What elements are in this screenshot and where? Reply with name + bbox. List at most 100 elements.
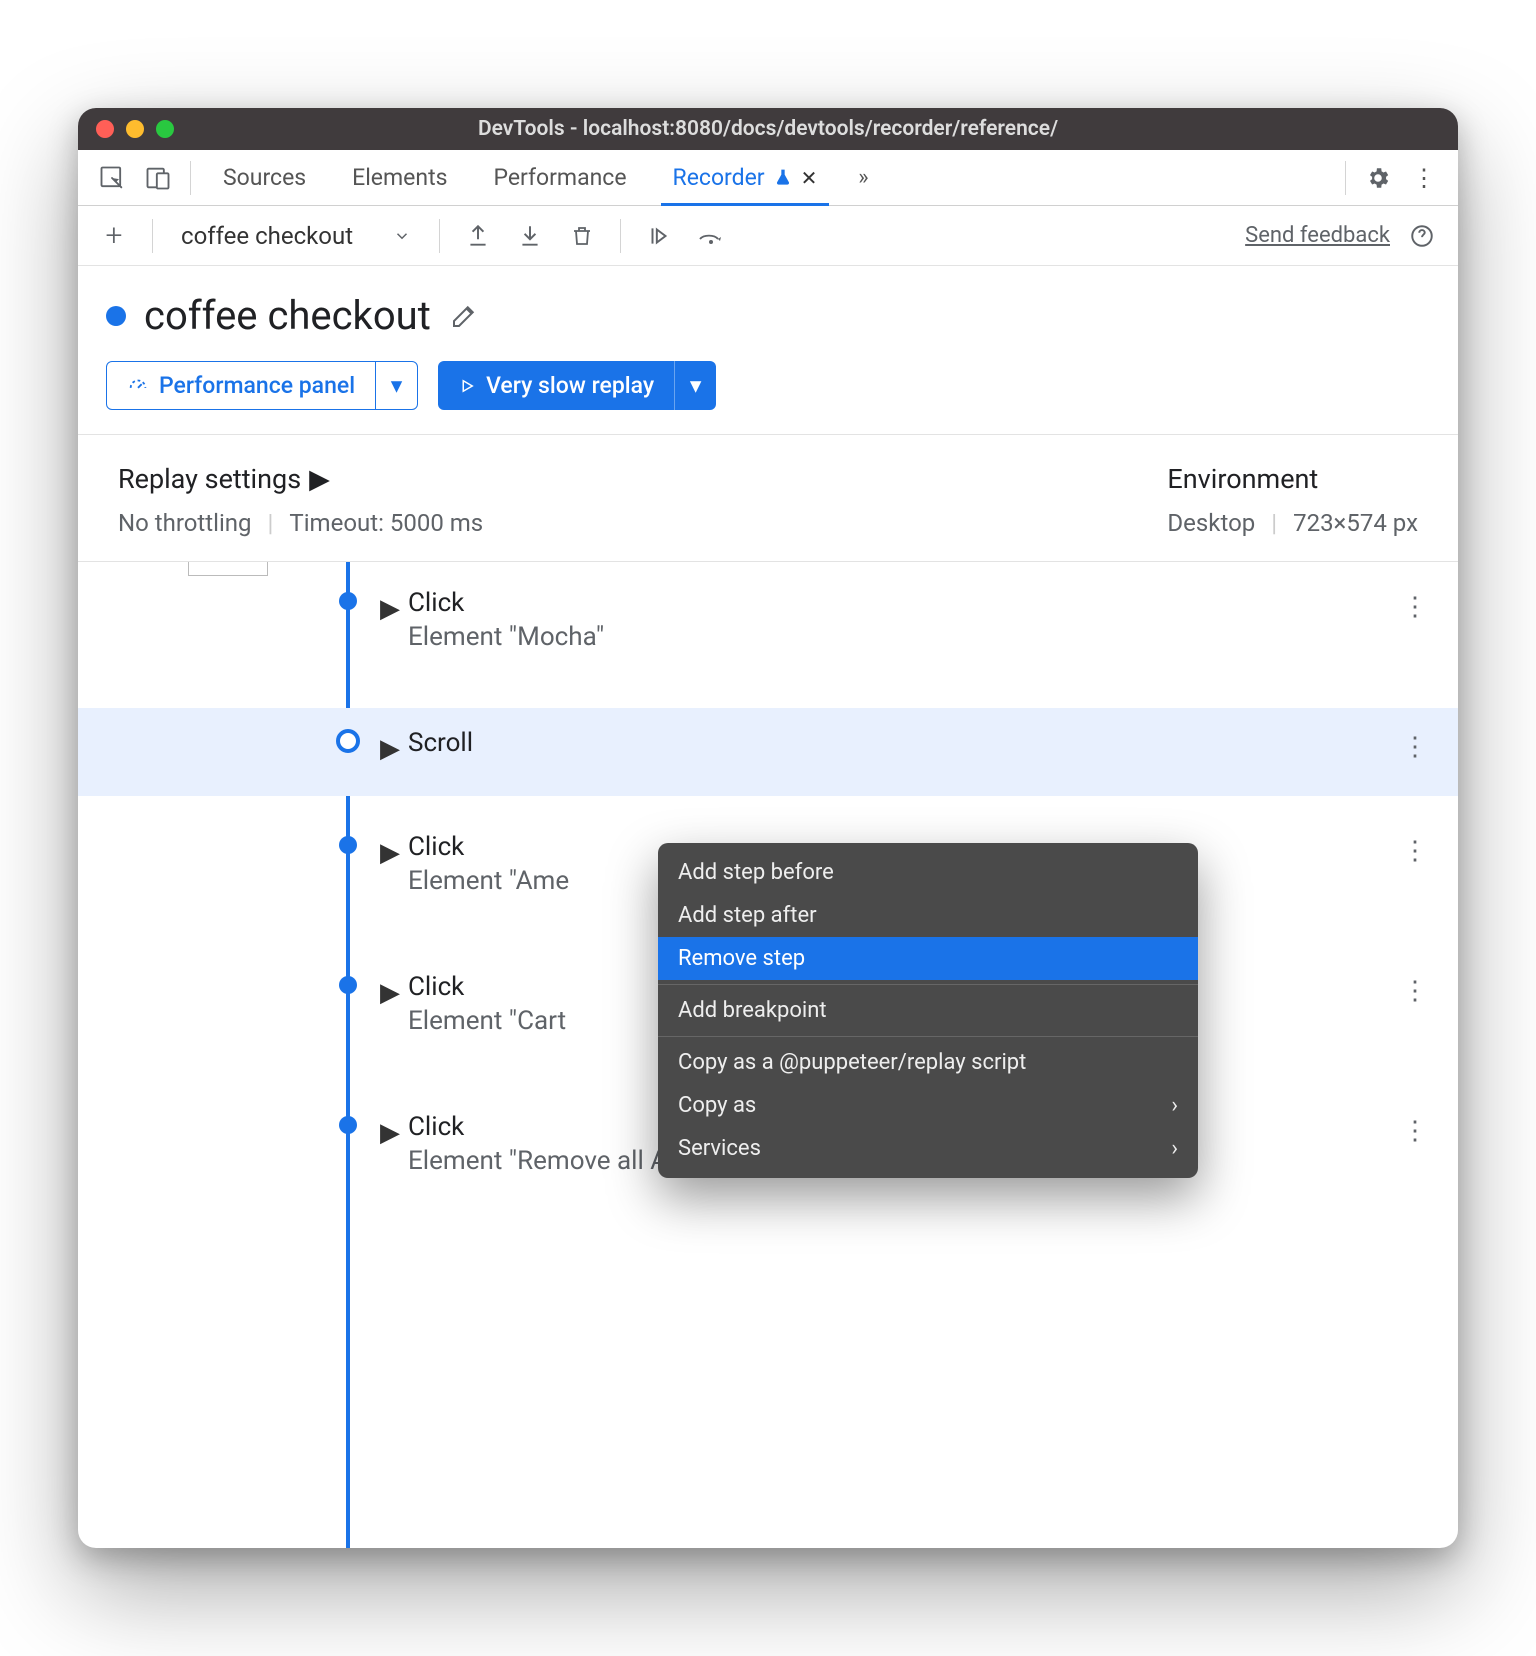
menu-item-label: Remove step <box>678 946 805 971</box>
menu-item-label: Copy as <box>678 1093 756 1118</box>
import-icon[interactable] <box>510 216 550 256</box>
step-item[interactable]: ▶ Scroll ⋮ <box>78 708 1458 796</box>
send-feedback-link[interactable]: Send feedback <box>1245 223 1390 248</box>
add-recording-icon[interactable]: + <box>94 216 134 256</box>
step-item[interactable]: ▶ Click Element "Mocha" ⋮ <box>78 568 1458 672</box>
tab-elements[interactable]: Elements <box>332 150 467 205</box>
timeline-node-icon <box>339 976 357 994</box>
play-icon <box>458 377 476 395</box>
ctx-add-breakpoint[interactable]: Add breakpoint <box>658 989 1198 1032</box>
step-detail: Element "Mocha" <box>408 622 1398 652</box>
dropdown-chevron-icon[interactable]: ▾ <box>375 362 417 409</box>
menu-item-label: Add step before <box>678 860 834 885</box>
recording-selector[interactable]: coffee checkout <box>171 222 421 250</box>
help-icon[interactable] <box>1402 216 1442 256</box>
chevron-down-icon <box>393 227 411 245</box>
separator <box>190 161 191 195</box>
device-toolbar-icon[interactable] <box>138 158 178 198</box>
section-label: Replay settings <box>118 463 301 495</box>
step-over-icon[interactable] <box>691 216 731 256</box>
ctx-copy-puppeteer[interactable]: Copy as a @puppeteer/replay script <box>658 1041 1198 1084</box>
export-icon[interactable] <box>458 216 498 256</box>
device-value: Desktop <box>1167 509 1255 537</box>
ctx-remove-step[interactable]: Remove step <box>658 937 1198 980</box>
flask-icon <box>773 168 793 188</box>
tab-sources[interactable]: Sources <box>203 150 326 205</box>
recorder-toolbar: + coffee checkout Send feedback <box>78 206 1458 266</box>
step-menu-icon[interactable]: ⋮ <box>1402 1116 1428 1146</box>
timeline-node-icon <box>339 1116 357 1134</box>
dimensions-value: 723×574 px <box>1293 509 1418 537</box>
expand-caret-icon[interactable]: ▶ <box>380 1118 400 1148</box>
step-menu-icon[interactable]: ⋮ <box>1402 592 1428 622</box>
step-menu-icon[interactable]: ⋮ <box>1402 976 1428 1006</box>
menu-item-label: Services <box>678 1136 761 1161</box>
performance-panel-button[interactable]: Performance panel ▾ <box>106 361 418 410</box>
button-label: Very slow replay <box>486 372 654 399</box>
caret-right-icon: ▶ <box>309 463 330 495</box>
expand-caret-icon[interactable]: ▶ <box>380 978 400 1008</box>
devtools-tabbar: Sources Elements Performance Recorder ✕ … <box>78 150 1458 206</box>
menu-separator <box>658 1036 1198 1037</box>
recording-name: coffee checkout <box>181 222 353 250</box>
timeline-node-icon <box>336 729 360 753</box>
expand-caret-icon[interactable]: ▶ <box>380 838 400 868</box>
gauge-icon <box>127 375 149 397</box>
submenu-caret-icon: › <box>1171 1093 1178 1118</box>
tab-recorder[interactable]: Recorder ✕ <box>653 150 838 205</box>
replay-settings-toggle[interactable]: Replay settings ▶ <box>118 463 483 495</box>
minimize-window-button[interactable] <box>126 120 144 138</box>
edit-name-icon[interactable] <box>449 301 479 331</box>
tab-label: Sources <box>223 164 306 191</box>
window-title: DevTools - localhost:8080/docs/devtools/… <box>78 117 1458 141</box>
kebab-menu-icon[interactable]: ⋮ <box>1404 158 1444 198</box>
delete-icon[interactable] <box>562 216 602 256</box>
recording-title: coffee checkout <box>144 292 431 339</box>
separator: | <box>268 509 274 537</box>
traffic-lights <box>96 120 174 138</box>
tab-label: Elements <box>352 164 447 191</box>
tab-label: Performance <box>493 164 626 191</box>
dropdown-chevron-icon[interactable]: ▾ <box>674 361 716 410</box>
step-context-menu: Add step before Add step after Remove st… <box>658 843 1198 1178</box>
menu-item-label: Add step after <box>678 903 817 928</box>
ctx-add-step-before[interactable]: Add step before <box>658 851 1198 894</box>
more-tabs-icon[interactable]: » <box>843 158 883 198</box>
separator <box>1345 161 1346 195</box>
step-icon[interactable] <box>639 216 679 256</box>
menu-item-label: Add breakpoint <box>678 998 827 1023</box>
record-indicator-icon <box>106 306 126 326</box>
step-menu-icon[interactable]: ⋮ <box>1402 836 1428 866</box>
environment-label: Environment <box>1167 463 1318 495</box>
titlebar: DevTools - localhost:8080/docs/devtools/… <box>78 108 1458 150</box>
tab-label: Recorder <box>673 164 765 191</box>
settings-gear-icon[interactable] <box>1358 158 1398 198</box>
button-label: Performance panel <box>159 372 355 399</box>
tab-performance[interactable]: Performance <box>473 150 646 205</box>
expand-caret-icon[interactable]: ▶ <box>380 594 400 624</box>
separator <box>439 219 440 253</box>
menu-item-label: Copy as a @puppeteer/replay script <box>678 1050 1026 1075</box>
timeout-value: Timeout: 5000 ms <box>289 509 483 537</box>
separator <box>152 219 153 253</box>
separator <box>620 219 621 253</box>
timeline-node-icon <box>339 592 357 610</box>
submenu-caret-icon: › <box>1171 1136 1178 1161</box>
step-title: Scroll <box>408 728 1398 758</box>
replay-button[interactable]: Very slow replay ▾ <box>438 361 716 410</box>
maximize-window-button[interactable] <box>156 120 174 138</box>
replay-settings-row: Replay settings ▶ No throttling | Timeou… <box>78 435 1458 562</box>
ctx-add-step-after[interactable]: Add step after <box>658 894 1198 937</box>
close-tab-icon[interactable]: ✕ <box>801 166 818 190</box>
close-window-button[interactable] <box>96 120 114 138</box>
step-menu-icon[interactable]: ⋮ <box>1402 732 1428 762</box>
recording-header: coffee checkout Performance panel ▾ <box>78 266 1458 435</box>
expand-caret-icon[interactable]: ▶ <box>380 734 400 764</box>
inspect-element-icon[interactable] <box>92 158 132 198</box>
ctx-services[interactable]: Services › <box>658 1127 1198 1170</box>
ctx-copy-as[interactable]: Copy as › <box>658 1084 1198 1127</box>
menu-separator <box>658 984 1198 985</box>
devtools-window: DevTools - localhost:8080/docs/devtools/… <box>78 108 1458 1548</box>
step-title: Click <box>408 588 1398 618</box>
throttling-value: No throttling <box>118 509 252 537</box>
